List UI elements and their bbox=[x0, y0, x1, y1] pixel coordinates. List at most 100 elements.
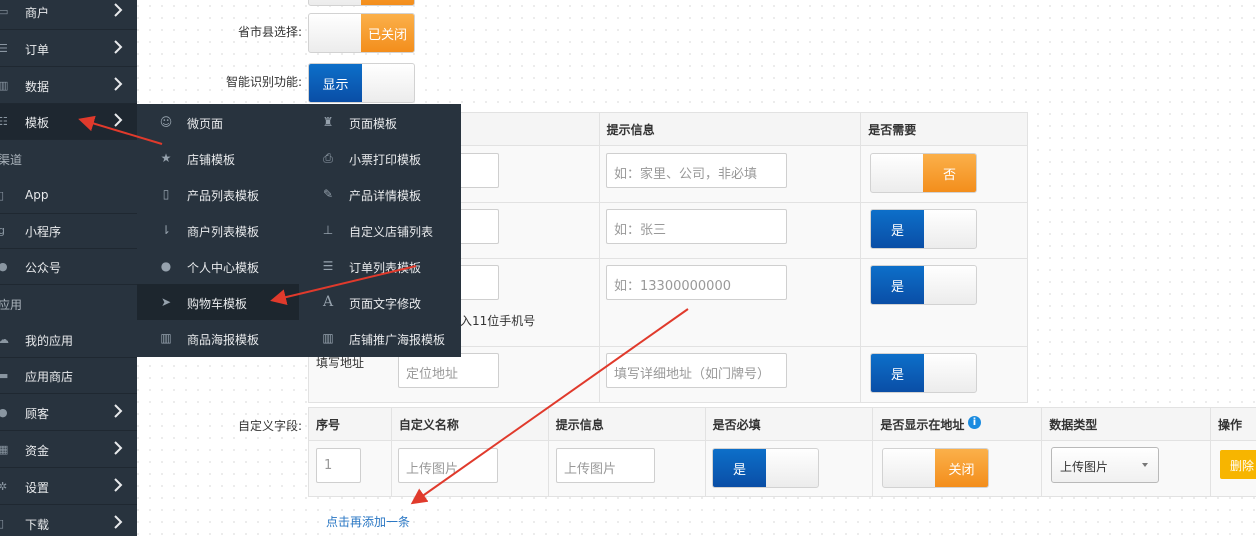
flyout-item-custom-shop-list[interactable]: ⊥ 自定义店铺列表 bbox=[299, 212, 461, 248]
col-show-in-address: 是否显示在地址 bbox=[872, 407, 1043, 441]
toggle-knob: 已关闭 bbox=[361, 14, 414, 52]
custom-fields-label: 自定义字段: bbox=[237, 419, 302, 433]
data-type-select[interactable]: 上传图片 bbox=[1051, 447, 1159, 483]
col-data-type: 数据类型 bbox=[1041, 407, 1212, 441]
templates-flyout-menu: ☺ 微页面 ★ 店铺模板 ▯ 产品列表模板 ⇂ 商户列表模板 ● 个人中心模板 … bbox=[137, 104, 461, 357]
chevron-right-icon bbox=[114, 77, 123, 91]
sidebar-item-data[interactable]: ▥ 数据 bbox=[0, 68, 137, 104]
required-toggle[interactable]: 是 bbox=[870, 209, 977, 249]
chevron-right-icon bbox=[114, 478, 123, 492]
sidebar-item-settings[interactable]: ✲ 设置 bbox=[0, 469, 137, 505]
flyout-item-order-list[interactable]: ☰ 订单列表模板 bbox=[299, 248, 461, 284]
font-icon: A bbox=[322, 294, 334, 310]
partial-toggle[interactable] bbox=[308, 0, 415, 6]
sidebar-item-templates[interactable]: ☷ 模板 bbox=[0, 104, 137, 140]
hint-input[interactable]: 填写详细地址（如门牌号） bbox=[606, 353, 787, 388]
sidebar-item-my-apps[interactable]: ☁ 我的应用 bbox=[0, 322, 137, 358]
hint-input[interactable]: 如：张三 bbox=[606, 209, 787, 244]
index-input[interactable]: 1 bbox=[316, 448, 361, 483]
hint-input[interactable]: 如：家里、公司，非必填 bbox=[606, 153, 787, 188]
sidebar-item-orders[interactable]: ☰ 订单 bbox=[0, 31, 137, 67]
custom-hint-input[interactable]: 上传图片 bbox=[556, 448, 655, 483]
col-required: 是否需要 bbox=[860, 112, 1028, 146]
toggle-knob: 是 bbox=[871, 266, 924, 304]
user-icon: ● bbox=[160, 259, 172, 273]
hint-input[interactable]: 如：13300000000 bbox=[606, 265, 787, 300]
arrow-icon: ➤ bbox=[160, 295, 172, 309]
star-icon: ★ bbox=[160, 151, 172, 165]
add-row-link[interactable]: 点击再添加一条 bbox=[326, 513, 410, 530]
miniapp-icon: g bbox=[0, 225, 5, 237]
sidebar-item-customers[interactable]: ● 顾客 bbox=[0, 395, 137, 431]
col-index: 序号 bbox=[308, 407, 392, 441]
pencil-icon: ✎ bbox=[322, 187, 334, 201]
sidebar-item-miniapp[interactable]: g 小程序 bbox=[0, 213, 137, 249]
sidebar-item-funds[interactable]: ▦ 资金 bbox=[0, 432, 137, 468]
toggle-knob: 关闭 bbox=[935, 449, 988, 487]
flyout-item-product-list[interactable]: ▯ 产品列表模板 bbox=[137, 176, 299, 212]
region-toggle[interactable]: 已关闭 bbox=[308, 13, 415, 53]
custom-name-input[interactable]: 上传图片 bbox=[398, 448, 498, 483]
sidebar-section-channel: 渠道 bbox=[0, 153, 23, 167]
sort-icon: ⇂ bbox=[160, 223, 172, 237]
flyout-item-page-template[interactable]: ♜ 页面模板 bbox=[299, 104, 461, 140]
bar-chart-icon: ▥ bbox=[322, 331, 334, 345]
custom-required-toggle[interactable]: 是 bbox=[712, 448, 819, 488]
required-toggle[interactable]: 否 bbox=[870, 153, 977, 193]
chevron-right-icon bbox=[114, 404, 123, 418]
flyout-item-shop-template[interactable]: ★ 店铺模板 bbox=[137, 140, 299, 176]
toggle-knob: 显示 bbox=[309, 64, 362, 102]
toggle-knob: 是 bbox=[871, 210, 924, 248]
flyout-item-receipt-print[interactable]: ⎙ 小票打印模板 bbox=[299, 140, 461, 176]
col-hint: 提示信息 bbox=[547, 407, 706, 441]
sidebar-section-apps: 应用 bbox=[0, 298, 23, 312]
required-toggle[interactable]: 是 bbox=[870, 265, 977, 305]
printer-icon: ⎙ bbox=[323, 151, 333, 165]
bar-chart-icon: ▥ bbox=[160, 331, 172, 345]
sidebar: ▭ 商户 ☰ 订单 ▥ 数据 ☷ 模板 渠道 ▯ App g 小程序 ● 公众号… bbox=[0, 0, 137, 536]
users-icon: ● bbox=[0, 407, 8, 419]
grid-icon: ▦ bbox=[0, 444, 9, 456]
sidebar-item-merchant[interactable]: ▭ 商户 bbox=[0, 0, 137, 30]
list-alt-icon: ☰ bbox=[322, 259, 334, 273]
custom-show-toggle[interactable]: 关闭 bbox=[882, 448, 989, 488]
toggle-knob: 是 bbox=[713, 449, 766, 487]
mobile-icon: ▯ bbox=[0, 190, 5, 202]
chart-icon: ▥ bbox=[0, 80, 9, 92]
col-required: 是否必填 bbox=[704, 407, 874, 441]
trophy-icon: ♜ bbox=[322, 115, 334, 129]
required-toggle[interactable]: 是 bbox=[870, 353, 977, 393]
chevron-right-icon bbox=[114, 515, 123, 529]
info-icon[interactable]: i bbox=[968, 416, 981, 429]
flyout-item-micro-page[interactable]: ☺ 微页面 bbox=[137, 104, 299, 140]
flyout-item-goods-poster[interactable]: ▥ 商品海报模板 bbox=[137, 320, 299, 356]
phone-icon: ▯ bbox=[162, 187, 170, 201]
location-input[interactable]: 定位地址 bbox=[398, 353, 499, 388]
sidebar-item-app[interactable]: ▯ App bbox=[0, 178, 137, 214]
flyout-item-shop-promo-poster[interactable]: ▥ 店铺推广海报模板 bbox=[299, 320, 461, 356]
sitemap-icon: ⊥ bbox=[322, 223, 334, 237]
flyout-item-user-center[interactable]: ● 个人中心模板 bbox=[137, 248, 299, 284]
caret-down-icon bbox=[1142, 463, 1148, 467]
flyout-item-merchant-list[interactable]: ⇂ 商户列表模板 bbox=[137, 212, 299, 248]
gear-icon: ✲ bbox=[0, 481, 8, 493]
smart-recognition-label: 智能识别功能: bbox=[225, 75, 302, 89]
flyout-item-cart-template[interactable]: ➤ 购物车模板 bbox=[137, 284, 299, 320]
toggle-knob bbox=[361, 0, 414, 5]
store-icon: ▬ bbox=[0, 370, 9, 382]
list-icon: ☷ bbox=[0, 116, 8, 128]
flyout-item-product-detail[interactable]: ✎ 产品详情模板 bbox=[299, 176, 461, 212]
smart-recognition-toggle[interactable]: 显示 bbox=[308, 63, 415, 103]
col-action: 操作 bbox=[1210, 407, 1256, 441]
chevron-right-icon bbox=[114, 113, 123, 127]
flyout-item-page-text[interactable]: A 页面文字修改 bbox=[299, 284, 461, 320]
wechat-icon: ● bbox=[0, 261, 8, 273]
download-icon: ▯ bbox=[0, 518, 5, 530]
toggle-knob: 是 bbox=[871, 354, 924, 392]
chevron-right-icon bbox=[114, 3, 123, 17]
chevron-right-icon bbox=[114, 40, 123, 54]
sidebar-item-download[interactable]: ▯ 下载 bbox=[0, 506, 137, 536]
sidebar-item-wechat[interactable]: ● 公众号 bbox=[0, 249, 137, 285]
sidebar-item-app-store[interactable]: ▬ 应用商店 bbox=[0, 358, 137, 394]
delete-button[interactable]: 删除 bbox=[1220, 450, 1256, 479]
